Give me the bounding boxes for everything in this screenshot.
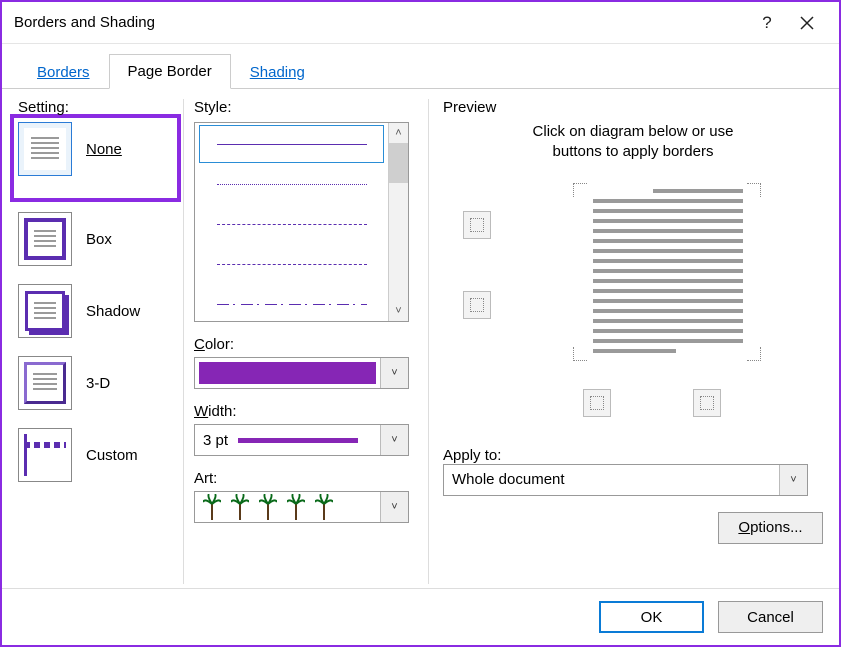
setting-3d-label: 3-D xyxy=(86,375,110,392)
corner-tr xyxy=(747,183,761,197)
art-dropdown-icon[interactable]: ˅ xyxy=(380,492,408,522)
close-icon[interactable] xyxy=(787,2,827,44)
style-column: Style: ˄ ˅ Color: ˅ xyxy=(183,99,418,584)
setting-none-highlight: None xyxy=(10,114,181,202)
color-dropdown-icon[interactable]: ˅ xyxy=(380,358,408,388)
width-label: Width: xyxy=(194,403,418,420)
style-item-solid[interactable] xyxy=(199,125,384,163)
color-label: Color: xyxy=(194,336,418,353)
setting-none-icon xyxy=(18,122,72,176)
setting-custom-icon xyxy=(18,428,72,482)
tab-page-border[interactable]: Page Border xyxy=(109,54,231,89)
corner-tl xyxy=(573,183,587,197)
setting-none-label: None xyxy=(86,141,122,158)
setting-box-label: Box xyxy=(86,231,112,248)
style-item-dash[interactable] xyxy=(199,245,384,283)
corner-br xyxy=(747,347,761,361)
width-combo[interactable]: 3 pt ˅ xyxy=(194,424,409,456)
art-label: Art: xyxy=(194,470,418,487)
preview-page-lines xyxy=(593,199,743,343)
setting-none[interactable]: None xyxy=(18,122,173,176)
ok-button[interactable]: OK xyxy=(599,601,704,633)
art-combo[interactable]: ˅ xyxy=(194,491,409,523)
apply-to-label: Apply to: xyxy=(443,447,823,464)
setting-shadow[interactable]: Shadow xyxy=(18,284,173,338)
tab-strip: Borders Page Border Shading xyxy=(2,44,839,89)
apply-to-dropdown-icon[interactable]: ˅ xyxy=(779,465,807,495)
color-combo[interactable]: ˅ xyxy=(194,357,409,389)
preview-column: Preview Click on diagram below or use bu… xyxy=(428,99,823,584)
setting-custom-label: Custom xyxy=(86,447,138,464)
tree-icon xyxy=(203,494,221,520)
scroll-down-icon[interactable]: ˅ xyxy=(389,301,408,321)
preview-label: Preview xyxy=(443,99,823,116)
setting-custom[interactable]: Custom xyxy=(18,428,173,482)
style-label: Style: xyxy=(194,99,418,116)
border-top-button[interactable] xyxy=(463,211,491,239)
width-value: 3 pt xyxy=(203,432,228,449)
setting-column: Setting: None Box Shadow xyxy=(18,99,173,584)
width-dropdown-icon[interactable]: ˅ xyxy=(380,425,408,455)
scroll-thumb[interactable] xyxy=(389,143,408,183)
help-icon[interactable]: ? xyxy=(747,2,787,44)
apply-to-value: Whole document xyxy=(452,471,565,488)
dialog-body: Setting: None Box Shadow xyxy=(2,89,839,588)
options-button[interactable]: Options... xyxy=(718,512,823,544)
style-list[interactable]: ˄ ˅ xyxy=(194,122,409,322)
border-right-button[interactable] xyxy=(693,389,721,417)
color-swatch xyxy=(199,362,376,384)
titlebar: Borders and Shading ? xyxy=(2,2,839,44)
setting-shadow-label: Shadow xyxy=(86,303,140,320)
tree-icon xyxy=(287,494,305,520)
setting-3d[interactable]: 3-D xyxy=(18,356,173,410)
setting-shadow-icon xyxy=(18,284,72,338)
corner-bl xyxy=(573,347,587,361)
style-item-dashdot[interactable] xyxy=(199,285,384,321)
style-scrollbar[interactable]: ˄ ˅ xyxy=(388,123,408,321)
style-item-dots[interactable] xyxy=(199,165,384,203)
cancel-button[interactable]: Cancel xyxy=(718,601,823,633)
setting-box[interactable]: Box xyxy=(18,212,173,266)
dialog-footer: OK Cancel xyxy=(2,588,839,645)
preview-diagram[interactable] xyxy=(443,183,823,393)
border-left-button[interactable] xyxy=(583,389,611,417)
apply-to-combo[interactable]: Whole document ˅ xyxy=(443,464,808,496)
setting-3d-icon xyxy=(18,356,72,410)
border-bottom-button[interactable] xyxy=(463,291,491,319)
width-line-preview xyxy=(238,438,358,443)
dialog-title: Borders and Shading xyxy=(14,14,155,31)
setting-box-icon xyxy=(18,212,72,266)
preview-note: Click on diagram below or use buttons to… xyxy=(443,122,823,163)
borders-shading-dialog: Borders and Shading ? Borders Page Borde… xyxy=(0,0,841,647)
tree-icon xyxy=(315,494,333,520)
art-value-trees xyxy=(195,494,380,520)
tree-icon xyxy=(231,494,249,520)
tab-borders[interactable]: Borders xyxy=(18,55,109,89)
tab-shading[interactable]: Shading xyxy=(231,55,324,89)
scroll-up-icon[interactable]: ˄ xyxy=(389,123,408,143)
tree-icon xyxy=(259,494,277,520)
style-item-dash-fine[interactable] xyxy=(199,205,384,243)
